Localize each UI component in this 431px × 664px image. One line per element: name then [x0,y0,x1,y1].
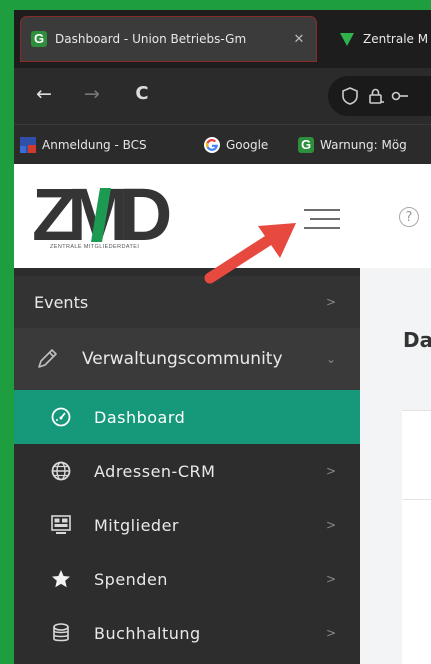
sidebar-item-adressen-crm[interactable]: Adressen-CRM > [14,444,360,498]
sidebar-item-label: Mitglieder [94,515,179,535]
pencil-icon [38,349,57,368]
address-bar[interactable] [328,76,431,116]
browser-window: G Dashboard - Union Betriebs-Gm ✕ Zentra… [14,10,431,664]
annotation-arrow-icon [204,223,296,284]
key-icon[interactable] [390,86,410,106]
chevron-right-icon: > [325,464,337,478]
bookmark-label: Anmeldung - BCS [42,138,147,152]
hamburger-line [304,227,340,229]
star-icon [52,570,70,588]
coins-icon [53,623,69,642]
bookmark-anmeldung[interactable]: Anmeldung - BCS [20,135,147,155]
hamburger-line [310,218,340,220]
logo-tagline: ZENTRALE MITGLIEDERDATEI [50,244,140,250]
bcs-favicon-icon [20,137,36,153]
tab-strip: G Dashboard - Union Betriebs-Gm ✕ Zentra… [14,10,431,68]
g-favicon-icon: G [298,137,314,153]
chevron-right-icon: > [325,572,337,586]
globe-icon [51,461,71,481]
sidebar-item-label: Dashboard [94,407,186,427]
sidebar-item-verwaltungscommunity[interactable]: Verwaltungscommunity ⌄ [14,328,360,390]
sidebar-item-spenden[interactable]: Spenden > [14,552,360,606]
sidebar-item-mitglieder[interactable]: Mitglieder > [14,498,360,552]
sidebar-item-dashboard[interactable]: Dashboard [14,390,360,444]
chevron-right-icon: > [325,626,337,640]
main-content: Da [360,268,431,664]
hamburger-line [304,209,340,211]
sidebar-item-buchhaltung[interactable]: Buchhaltung > [14,606,360,660]
bookmark-label: Warnung: Mög [320,138,407,152]
bookmark-label: Google [226,138,269,152]
page-title: Da [403,328,431,352]
chevron-right-icon: > [325,295,337,309]
g-favicon-icon: G [31,31,47,47]
sidebar-item-label: Buchhaltung [94,623,201,643]
members-icon [51,515,71,534]
triangle-favicon-icon [340,33,354,46]
bookmark-google[interactable]: Google [204,135,268,155]
lock-icon[interactable] [366,86,386,106]
tab-zentrale[interactable]: Zentrale M [329,16,431,62]
sidebar: Events > Verwaltungscommunity ⌄ Dashboar… [14,268,360,664]
tab-dashboard[interactable]: G Dashboard - Union Betriebs-Gm ✕ [20,16,317,62]
dashboard-gauge-icon [51,407,71,427]
back-button[interactable]: ← [32,82,56,106]
sidebar-item-label: Adressen-CRM [94,461,216,481]
card-divider [402,499,431,500]
dashboard-card [402,410,431,664]
google-icon [204,137,220,153]
chevron-down-icon: ⌄ [325,352,337,366]
reload-button[interactable]: C [130,82,154,106]
nav-toolbar: ← → C [14,68,431,124]
chevron-right-icon: > [325,518,337,532]
forward-button[interactable]: → [80,82,104,106]
tab-title: Zentrale M [363,32,429,46]
bookmark-warnung[interactable]: G Warnung: Mög [298,135,407,155]
tab-close-icon[interactable]: ✕ [290,32,308,47]
sidebar-item-label: Spenden [94,569,168,589]
shield-icon[interactable] [340,86,360,106]
bookmarks-toolbar: Anmeldung - BCS Google G Warnung: Mög [14,124,431,164]
menu-toggle-button[interactable] [304,207,340,231]
tab-title: Dashboard - Union Betriebs-Gm [55,32,247,46]
sidebar-item-label: Verwaltungscommunity [82,349,283,369]
help-icon[interactable]: ? [399,207,419,227]
